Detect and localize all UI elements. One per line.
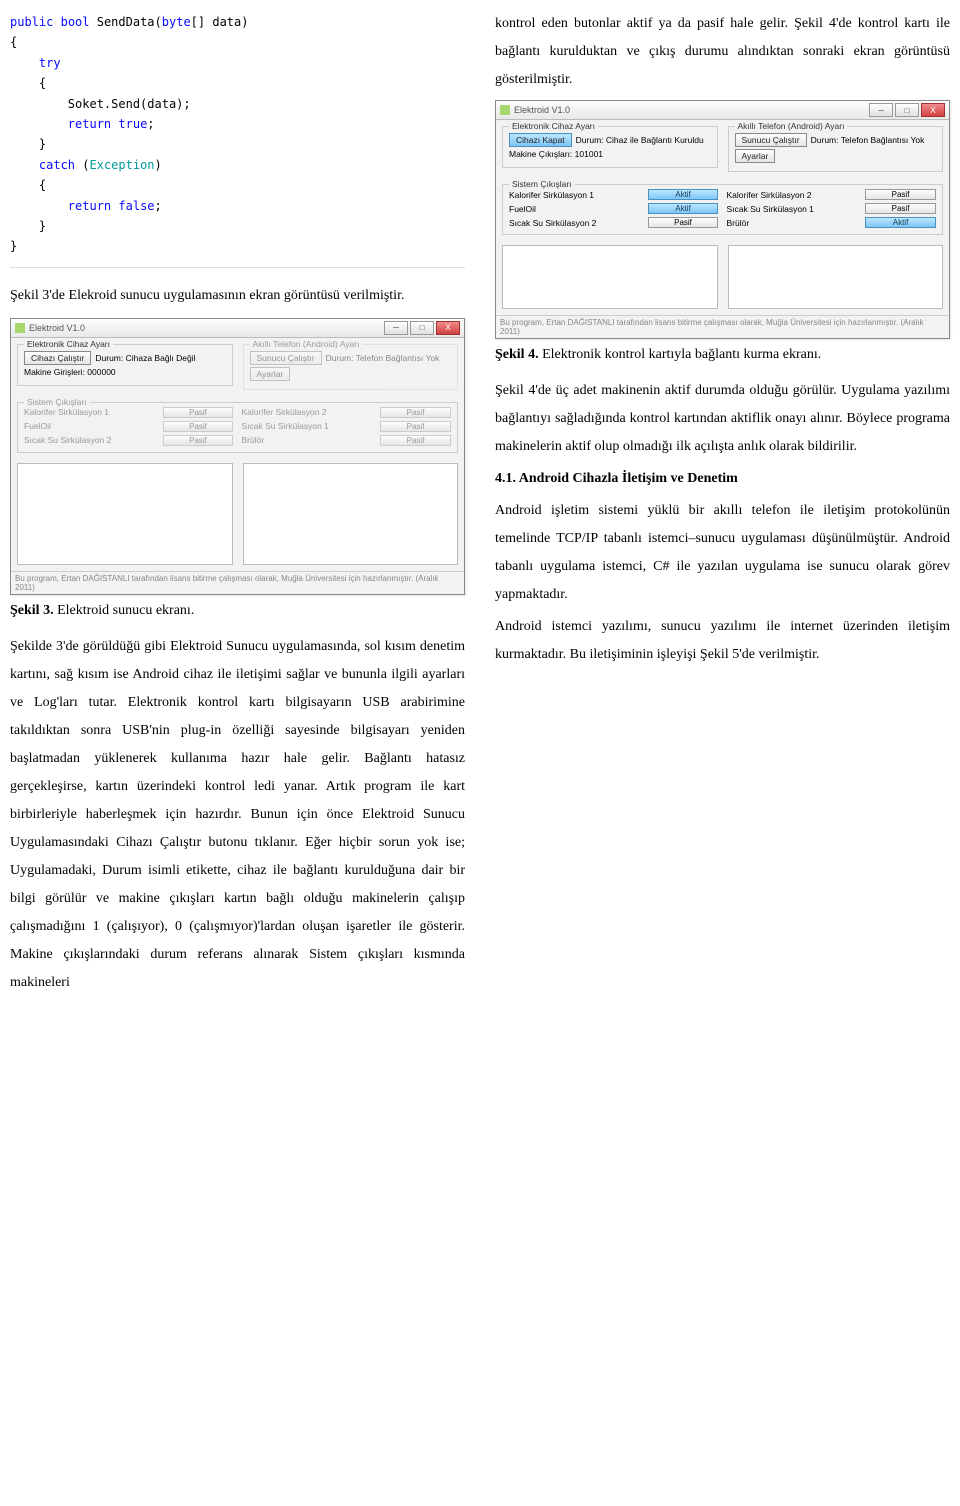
output-label: Brülör bbox=[726, 218, 857, 228]
app-icon bbox=[500, 105, 510, 115]
minimize-icon[interactable]: ─ bbox=[869, 103, 893, 117]
output-state-button[interactable]: Aktif bbox=[648, 203, 719, 214]
figure-3-window: Elektroid V1.0 ─ □ X Elektronik Cihaz Ay… bbox=[10, 318, 465, 595]
log-box-left bbox=[17, 463, 233, 565]
body-right-3: Android istemci yazılımı, sunucu yazılım… bbox=[495, 613, 950, 669]
output-state-button[interactable]: Pasif bbox=[163, 435, 234, 446]
device-status: Durum: Cihaz ile Bağlantı Kuruldu bbox=[576, 135, 704, 145]
log-box-right bbox=[243, 463, 459, 565]
footer-note: Bu program, Ertan DAĞISTANLI tarafından … bbox=[11, 571, 464, 594]
run-device-button[interactable]: Cihazı Çalıştır bbox=[24, 351, 91, 365]
output-label: Sıcak Su Sirkülasyon 1 bbox=[726, 204, 857, 214]
machine-inputs: Makine Girişleri: 000000 bbox=[24, 367, 116, 377]
device-group-title: Elektronik Cihaz Ayarı bbox=[509, 121, 598, 131]
close-device-button[interactable]: Cihazı Kapat bbox=[509, 133, 572, 147]
phone-status: Durum: Telefon Bağlantısı Yok bbox=[811, 135, 925, 145]
output-label: Kalorifer Sirkülasyon 2 bbox=[241, 407, 372, 417]
settings-button[interactable]: Ayarlar bbox=[735, 149, 776, 163]
maximize-icon[interactable]: □ bbox=[895, 103, 919, 117]
output-state-button[interactable]: Aktif bbox=[648, 189, 719, 200]
output-label: Kalorifer Sirkülasyon 2 bbox=[726, 190, 857, 200]
run-server-button[interactable]: Sunucu Çalıştır bbox=[735, 133, 807, 147]
phone-status: Durum: Telefon Bağlantısı Yok bbox=[326, 353, 440, 363]
android-group-title: Akıllı Telefon (Android) Ayarı bbox=[250, 339, 363, 349]
footer-note: Bu program, Ertan DAĞISTANLI tarafından … bbox=[496, 315, 949, 338]
outputs-group-title: Sistem Çıkışları bbox=[24, 397, 90, 407]
output-label: Kalorifer Sirkülasyon 1 bbox=[509, 190, 640, 200]
outputs-group-title: Sistem Çıkışları bbox=[509, 179, 575, 189]
machine-outputs: Makine Çıkışları: 101001 bbox=[509, 149, 603, 159]
run-server-button[interactable]: Sunucu Çalıştır bbox=[250, 351, 322, 365]
close-icon[interactable]: X bbox=[921, 103, 945, 117]
output-state-button[interactable]: Aktif bbox=[865, 217, 936, 228]
output-label: FuelOil bbox=[509, 204, 640, 214]
output-state-button[interactable]: Pasif bbox=[865, 189, 936, 200]
output-state-button[interactable]: Pasif bbox=[380, 421, 451, 432]
output-state-button[interactable]: Pasif bbox=[163, 407, 234, 418]
figure-4-window: Elektroid V1.0 ─ □ X Elektronik Cihaz Ay… bbox=[495, 100, 950, 339]
window-titlebar: Elektroid V1.0 ─ □ X bbox=[11, 319, 464, 338]
output-label: FuelOil bbox=[24, 421, 155, 431]
figure-3-caption: Şekil 3. Elektroid sunucu ekranı. bbox=[10, 603, 465, 619]
figure-4-caption: Şekil 4. Elektronik kontrol kartıyla bağ… bbox=[495, 347, 950, 363]
log-box-right bbox=[728, 245, 944, 309]
output-state-button[interactable]: Pasif bbox=[648, 217, 719, 228]
output-label: Kalorifer Sirkülasyon 1 bbox=[24, 407, 155, 417]
minimize-icon[interactable]: ─ bbox=[384, 321, 408, 335]
android-group-title: Akıllı Telefon (Android) Ayarı bbox=[735, 121, 848, 131]
output-state-button[interactable]: Pasif bbox=[380, 407, 451, 418]
section-4-1: 4.1. Android Cihazla İletişim ve Denetim… bbox=[495, 465, 950, 609]
output-state-button[interactable]: Pasif bbox=[380, 435, 451, 446]
settings-button[interactable]: Ayarlar bbox=[250, 367, 291, 381]
log-box-left bbox=[502, 245, 718, 309]
output-label: Sıcak Su Sirkülasyon 1 bbox=[241, 421, 372, 431]
output-label: Sıcak Su Sirkülasyon 2 bbox=[509, 218, 640, 228]
top-right-para: kontrol eden butonlar aktif ya da pasif … bbox=[495, 10, 950, 94]
output-state-button[interactable]: Pasif bbox=[865, 203, 936, 214]
output-label: Sıcak Su Sirkülasyon 2 bbox=[24, 435, 155, 445]
body-left: Şekilde 3'de görüldüğü gibi Elektroid Su… bbox=[10, 633, 465, 997]
output-state-button[interactable]: Pasif bbox=[163, 421, 234, 432]
window-titlebar: Elektroid V1.0 ─ □ X bbox=[496, 101, 949, 120]
body-right-1: Şekil 4'de üç adet makinenin aktif durum… bbox=[495, 377, 950, 461]
app-icon bbox=[15, 323, 25, 333]
device-group-title: Elektronik Cihaz Ayarı bbox=[24, 339, 113, 349]
maximize-icon[interactable]: □ bbox=[410, 321, 434, 335]
window-title: Elektroid V1.0 bbox=[514, 105, 869, 115]
close-icon[interactable]: X bbox=[436, 321, 460, 335]
device-status: Durum: Cihaza Bağlı Değil bbox=[95, 353, 195, 363]
output-label: Brülör bbox=[241, 435, 372, 445]
code-snippet: public bool SendData(byte[] data) { try … bbox=[10, 10, 465, 268]
window-title: Elektroid V1.0 bbox=[29, 323, 384, 333]
left-intro: Şekil 3'de Elekroid sunucu uygulamasının… bbox=[10, 282, 465, 310]
